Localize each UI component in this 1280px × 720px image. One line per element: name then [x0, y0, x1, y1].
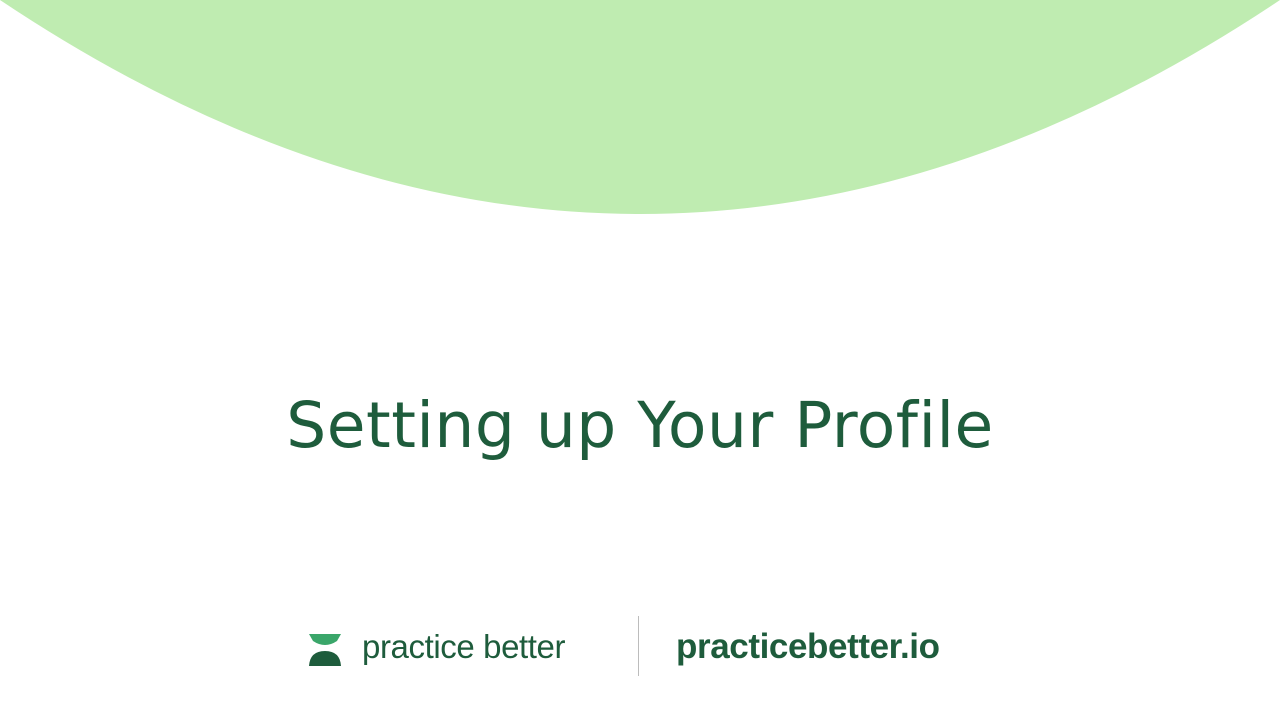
title-slide: Setting up Your Profile practice better … [0, 0, 1280, 720]
slide-title: Setting up Your Profile [286, 389, 994, 462]
practice-better-logo-icon [309, 634, 341, 666]
footer: practice better practicebetter.io [0, 612, 1280, 680]
website-link[interactable]: practicebetter.io [676, 626, 940, 668]
brand-name: practice better [362, 628, 566, 665]
footer-divider [638, 616, 639, 676]
